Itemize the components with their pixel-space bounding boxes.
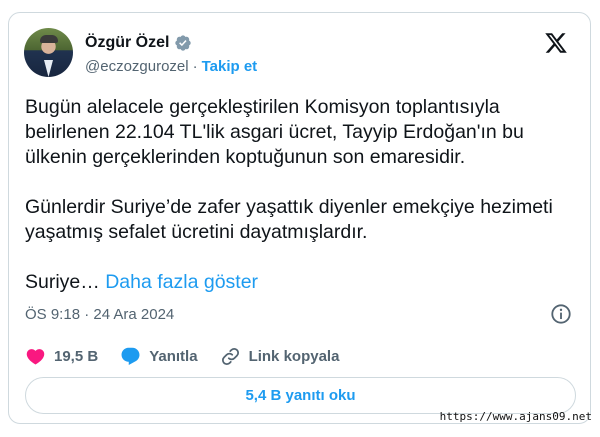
avatar[interactable] xyxy=(24,28,73,77)
reply-bubble-icon xyxy=(121,347,140,365)
tweet-card: Özgür Özel @eczozgurozel · Takip et Bugü… xyxy=(8,12,591,424)
tweet-paragraph-2: Günlerdir Suriye’de zafer yaşattık diyen… xyxy=(25,196,553,243)
heart-icon xyxy=(26,349,45,365)
tweet-actions: 19,5 B Yanıtla Link kopyala xyxy=(25,346,361,367)
info-icon[interactable] xyxy=(550,303,572,325)
author-name[interactable]: Özgür Özel xyxy=(85,34,169,52)
separator-dot: · xyxy=(192,58,198,75)
tweet-truncated-text: Suriye… xyxy=(25,271,100,293)
verified-badge-icon xyxy=(175,35,192,51)
like-button[interactable]: 19,5 B xyxy=(25,346,98,367)
author-name-row: Özgür Özel xyxy=(85,34,192,52)
copy-link-button[interactable]: Link kopyala xyxy=(220,346,340,367)
author-handle-row: @eczozgurozel · Takip et xyxy=(85,58,257,75)
reply-button[interactable]: Yanıtla xyxy=(120,346,198,367)
reply-label: Yanıtla xyxy=(149,348,198,365)
like-count: 19,5 B xyxy=(54,348,99,365)
tweet-timestamp[interactable]: ÖS 9:18 · 24 Ara 2024 xyxy=(25,306,174,323)
tweet-text: Bugün alelacele gerçekleştirilen Komisyo… xyxy=(25,95,580,295)
tweet-paragraph-1: Bugün alelacele gerçekleştirilen Komisyo… xyxy=(25,96,524,168)
copy-link-label: Link kopyala xyxy=(248,348,340,365)
author-handle[interactable]: @eczozgurozel xyxy=(85,58,189,75)
show-more-link[interactable]: Daha fazla göster xyxy=(105,271,258,293)
tweet-paragraph-3: Suriye… Daha fazla göster xyxy=(25,270,580,295)
x-logo-icon[interactable] xyxy=(544,31,568,55)
read-replies-button[interactable]: 5,4 B yanıtı oku xyxy=(25,377,576,414)
link-icon xyxy=(221,348,239,365)
follow-button[interactable]: Takip et xyxy=(202,58,258,75)
watermark-url: https://www.ajans09.net xyxy=(439,410,592,423)
